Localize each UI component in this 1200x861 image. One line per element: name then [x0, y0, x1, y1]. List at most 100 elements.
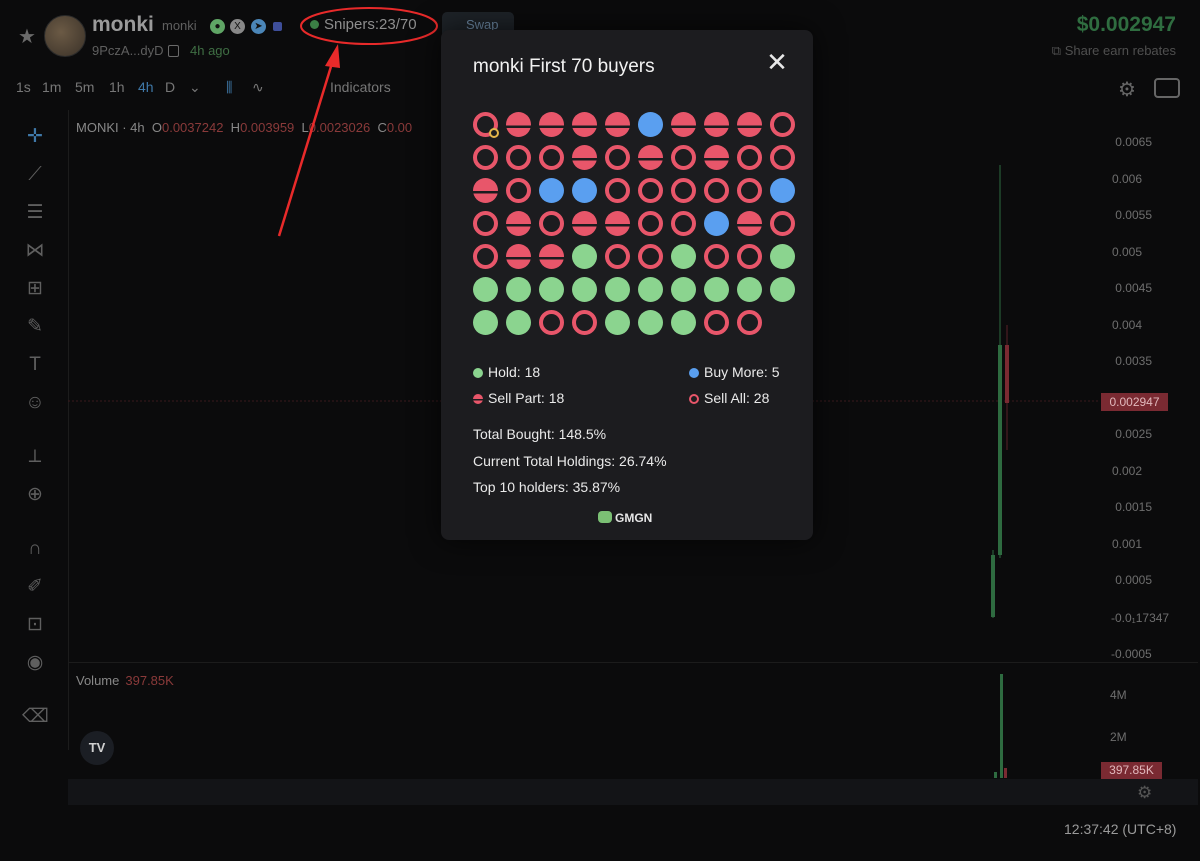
buyer-dot-all[interactable]	[473, 145, 498, 170]
buyer-dot-all[interactable]	[605, 244, 630, 269]
lock-draw-icon[interactable]: ✐	[22, 574, 48, 600]
timeframe-d[interactable]: D	[165, 79, 175, 95]
buyer-dot-part[interactable]	[539, 244, 564, 269]
buyer-dot-hold[interactable]	[539, 277, 564, 302]
buyer-dot-all[interactable]	[506, 145, 531, 170]
buyer-dot-part[interactable]	[704, 145, 729, 170]
buyer-dot-all[interactable]	[737, 178, 762, 203]
indicators-button[interactable]: Indicators	[330, 79, 391, 95]
timeframe-4h[interactable]: 4h	[138, 79, 154, 95]
buyer-dot-part[interactable]	[539, 112, 564, 137]
camera-icon[interactable]	[1154, 78, 1180, 98]
buyer-dot-all[interactable]	[737, 145, 762, 170]
buyer-dot-all[interactable]	[638, 211, 663, 236]
candles-icon[interactable]: ⫼	[226, 79, 232, 96]
buyer-dot-all[interactable]	[737, 310, 762, 335]
buyer-dot-all[interactable]	[671, 211, 696, 236]
buyer-dot-part[interactable]	[605, 211, 630, 236]
buyer-dot-hold[interactable]	[473, 310, 498, 335]
buyer-dot-part[interactable]	[737, 112, 762, 137]
lock-icon[interactable]: ⊡	[22, 612, 48, 638]
share-rebates-link[interactable]: ⧉ Share earn rebates	[1052, 43, 1176, 59]
buyer-dot-more[interactable]	[770, 178, 795, 203]
measure-icon[interactable]: ⟂	[22, 444, 48, 470]
x-icon[interactable]: X	[230, 19, 245, 34]
timeframe-1h[interactable]: 1h	[109, 79, 125, 95]
buyer-dot-hold[interactable]	[671, 244, 696, 269]
buyer-dot-part[interactable]	[572, 211, 597, 236]
buyer-dot-hold[interactable]	[671, 310, 696, 335]
buyer-dot-hold[interactable]	[638, 277, 663, 302]
buyer-dot-all[interactable]	[539, 145, 564, 170]
buyer-dot-all[interactable]	[770, 145, 795, 170]
timeframe-1m[interactable]: 1m	[42, 79, 61, 95]
buyer-dot-hold[interactable]	[506, 277, 531, 302]
crosshair-icon[interactable]: ✛	[22, 124, 48, 150]
buyer-dot-part[interactable]	[572, 145, 597, 170]
time-scale[interactable]	[68, 779, 1198, 805]
buyer-dot-more[interactable]	[704, 211, 729, 236]
buyer-dot-hold[interactable]	[770, 277, 795, 302]
buyer-dot-all[interactable]	[473, 211, 498, 236]
line-icon[interactable]: ⟋	[22, 162, 48, 188]
timeframe-1s[interactable]: 1s	[16, 79, 31, 95]
buyer-dot-more[interactable]	[572, 178, 597, 203]
buyer-dot-hold[interactable]	[770, 244, 795, 269]
text-icon[interactable]: T	[22, 352, 48, 378]
buyer-dot-all[interactable]	[638, 244, 663, 269]
trash-icon[interactable]: ⌫	[22, 704, 49, 730]
buyer-dot-part[interactable]	[737, 211, 762, 236]
buyer-dot-part[interactable]	[671, 112, 696, 137]
buyer-dot-hold[interactable]	[605, 310, 630, 335]
buyer-dot-hold[interactable]	[737, 277, 762, 302]
buyer-dot-all[interactable]	[770, 112, 795, 137]
snipers-button[interactable]: Snipers:23/70	[310, 16, 417, 33]
buyer-dot-part[interactable]	[638, 145, 663, 170]
buyer-dot-hold[interactable]	[506, 310, 531, 335]
buyer-dot-part[interactable]	[704, 112, 729, 137]
zoom-icon[interactable]: ⊕	[22, 482, 48, 508]
buyer-dot-part[interactable]	[572, 112, 597, 137]
buyer-dot-all[interactable]	[473, 112, 499, 138]
buyer-dot-all[interactable]	[737, 244, 762, 269]
pane-divider[interactable]	[68, 662, 1198, 663]
buyer-dot-all[interactable]	[671, 178, 696, 203]
buyer-dot-part[interactable]	[506, 211, 531, 236]
buyer-dot-all[interactable]	[605, 145, 630, 170]
buyer-dot-all[interactable]	[671, 145, 696, 170]
website-icon[interactable]	[273, 22, 282, 31]
buyer-dot-part[interactable]	[605, 112, 630, 137]
buyer-dot-all[interactable]	[605, 178, 630, 203]
buyer-dot-all[interactable]	[704, 244, 729, 269]
timeframe-5m[interactable]: 5m	[75, 79, 94, 95]
buyer-dot-all[interactable]	[539, 310, 564, 335]
tradingview-logo[interactable]: TV	[80, 731, 114, 765]
buyer-dot-all[interactable]	[539, 211, 564, 236]
buyer-dot-all[interactable]	[770, 211, 795, 236]
buyer-dot-all[interactable]	[572, 310, 597, 335]
brush-icon[interactable]: ✎	[22, 314, 48, 340]
buyer-dot-hold[interactable]	[704, 277, 729, 302]
buyer-dot-hold[interactable]	[671, 277, 696, 302]
ruler-icon[interactable]: ⊞	[22, 276, 48, 302]
buyer-dot-hold[interactable]	[638, 310, 663, 335]
star-icon[interactable]: ★	[18, 24, 36, 49]
pattern-icon[interactable]: ⋈	[22, 238, 48, 264]
buyer-dot-part[interactable]	[506, 244, 531, 269]
line-chart-icon[interactable]: ∿	[252, 79, 264, 96]
buyer-dot-all[interactable]	[473, 244, 498, 269]
chevron-down-icon[interactable]: ⌄	[189, 79, 201, 96]
gear-icon[interactable]: ⚙	[1118, 77, 1136, 102]
copy-icon[interactable]	[168, 45, 179, 57]
fib-icon[interactable]: ☰	[22, 200, 48, 226]
buyer-dot-all[interactable]	[638, 178, 663, 203]
buyer-dot-all[interactable]	[704, 178, 729, 203]
eye-icon[interactable]: ◉	[22, 650, 48, 676]
buyer-dot-more[interactable]	[638, 112, 663, 137]
buyer-dot-part[interactable]	[506, 112, 531, 137]
buyer-dot-all[interactable]	[506, 178, 531, 203]
buyer-dot-hold[interactable]	[572, 244, 597, 269]
close-icon[interactable]: ✕	[763, 48, 791, 76]
emoji-icon[interactable]: ☺	[22, 390, 48, 416]
buyer-dot-more[interactable]	[539, 178, 564, 203]
